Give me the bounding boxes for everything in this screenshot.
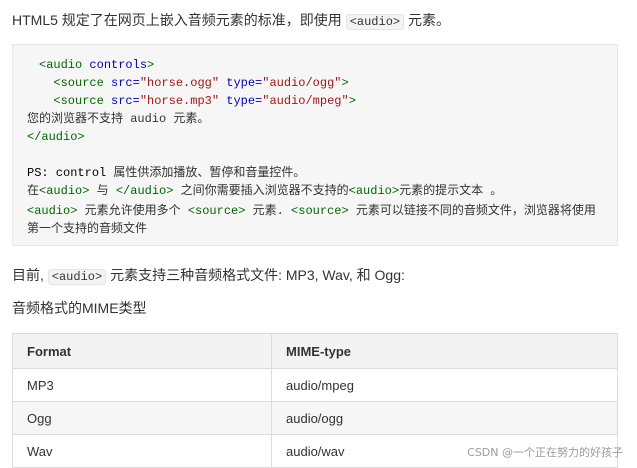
code-value: "horse.mp3" [139, 94, 220, 108]
code-tag: > [348, 94, 356, 108]
code-block: <audio controls> <source src="horse.ogg"… [12, 44, 618, 246]
ps-code: control [48, 166, 107, 180]
table-cell-mime: audio/mpeg [271, 368, 618, 402]
code-line-5: </audio> [27, 130, 85, 144]
code-line-1: <audio controls> [39, 57, 154, 73]
note-text: 元素. [245, 204, 292, 218]
code-note-2: <audio> 元素允许使用多个 <source> 元素. <source> 元… [27, 203, 596, 219]
code-line-2: <source src="horse.ogg" type="audio/ogg"… [39, 75, 349, 91]
code-attr: src= [103, 94, 140, 108]
code-value: "audio/mpeg" [262, 94, 349, 108]
code-tag: <audio> [348, 184, 400, 198]
intro-text-after: 元素。 [404, 12, 450, 28]
code-tag: > [341, 76, 349, 90]
table-row: Ogg audio/ogg [12, 401, 618, 435]
table-cell-mime: audio/ogg [271, 401, 618, 435]
code-value: "horse.ogg" [139, 76, 220, 90]
table-header-format: Format [12, 333, 272, 369]
note-text: 在 [27, 184, 40, 198]
ps-label: PS: [27, 166, 49, 180]
code-ps-line: PS: control 属性供添加播放、暂停和音量控件。 [27, 165, 305, 181]
code-attr: type= [219, 94, 263, 108]
table-row: MP3 audio/mpeg [12, 368, 618, 402]
code-tag: <source [39, 94, 104, 108]
code-tag: <source> [187, 204, 246, 218]
code-attr: type= [219, 76, 263, 90]
code-attr: src= [103, 76, 140, 90]
code-tag: <audio> [39, 184, 90, 198]
note-text: 元素可以链接不同的音频文件，浏览器将使用 [348, 204, 596, 218]
note-text: 元素的提示文本 。 [399, 184, 503, 198]
note-text: 与 [89, 184, 116, 198]
inline-code-audio: <audio> [345, 14, 405, 30]
ps-text: 属性供添加播放、暂停和音量控件。 [106, 166, 306, 180]
code-note-1: 在<audio> 与 </audio> 之间你需要插入浏览器不支持的<audio… [27, 183, 502, 199]
note-text: 之间你需要插入浏览器不支持的 [173, 184, 349, 198]
intro-text-before: HTML5 规定了在网页上嵌入音频元素的标准，即使用 [12, 12, 346, 28]
code-line-4: 您的浏览器不支持 audio 元素。 [27, 112, 210, 126]
table-header-row: Format MIME-type [12, 333, 618, 369]
note-text: 元素允许使用多个 [77, 204, 188, 218]
code-attr: controls [82, 58, 148, 72]
code-value: "audio/ogg" [262, 76, 342, 90]
table-cell-format: Ogg [12, 401, 272, 435]
formats-paragraph: 目前, <audio> 元素支持三种音频格式文件: MP3, Wav, 和 Og… [12, 266, 405, 286]
formats-text-before: 目前, [12, 267, 48, 283]
code-tag: <audio [39, 58, 83, 72]
table-header-mime-type: MIME-type [271, 333, 618, 369]
code-tag: > [147, 58, 155, 72]
code-tag: <source> [291, 204, 349, 218]
table-cell-format: Wav [12, 434, 272, 468]
code-line-3: <source src="horse.mp3" type="audio/mpeg… [39, 93, 356, 109]
formats-text-after: 元素支持三种音频格式文件: MP3, Wav, 和 Ogg: [106, 267, 405, 283]
watermark: CSDN @一个正在努力的好孩子 [467, 446, 623, 459]
code-tag: <source [39, 76, 104, 90]
inline-code-audio-2: <audio> [47, 269, 107, 285]
code-tag: <audio> [27, 204, 78, 218]
table-cell-format: MP3 [12, 368, 272, 402]
code-tag: </audio> [115, 184, 174, 198]
mime-heading: 音频格式的MIME类型 [12, 300, 147, 316]
intro-paragraph: HTML5 规定了在网页上嵌入音频元素的标准，即使用 <audio> 元素。 [12, 11, 450, 31]
code-note-3: 第一个支持的音频文件 [27, 222, 148, 236]
